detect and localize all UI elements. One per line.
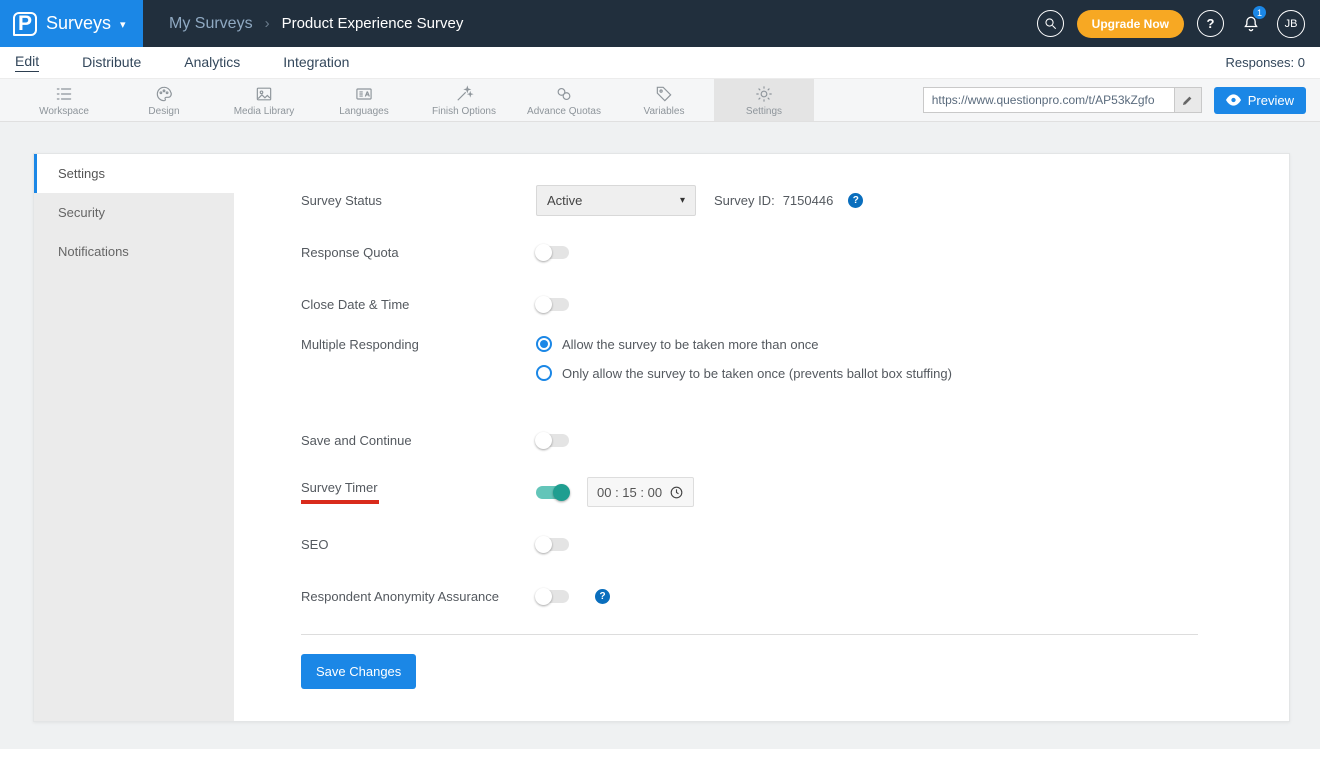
eye-icon	[1225, 94, 1241, 106]
design-palette-icon	[154, 84, 174, 104]
notifications-button[interactable]: 1	[1237, 6, 1266, 37]
upgrade-button[interactable]: Upgrade Now	[1076, 9, 1184, 38]
help-icon[interactable]: ?	[848, 192, 864, 208]
clock-icon	[670, 486, 683, 498]
toolbar-item-media-library[interactable]: Media Library	[214, 79, 314, 121]
row-seo: SEO	[301, 518, 1289, 570]
seo-toggle[interactable]	[535, 535, 569, 553]
close-date-toggle[interactable]	[535, 295, 569, 313]
settings-card: Settings Security Notifications Survey S…	[33, 153, 1290, 722]
response-quota-label: Response Quota	[301, 244, 399, 260]
radio-allow-multiple[interactable]: Allow the survey to be taken more than o…	[536, 336, 952, 352]
responses-count: Responses: 0	[1225, 55, 1306, 70]
row-survey-timer: Survey Timer 00 : 15 : 00	[301, 466, 1289, 518]
topbar: P Surveys ▾ My Surveys › Product Experie…	[0, 0, 1320, 47]
row-survey-status: Survey Status Active ▾ Survey ID: 715044…	[301, 174, 1289, 226]
breadcrumb: My Surveys › Product Experience Survey	[169, 15, 463, 33]
languages-icon	[354, 84, 374, 104]
save-continue-toggle[interactable]	[535, 431, 569, 449]
survey-url-box	[922, 87, 1202, 113]
survey-status-label: Survey Status	[301, 192, 382, 208]
row-multiple-responding: Multiple Responding Allow the survey to …	[301, 330, 1289, 414]
row-anonymity: Respondent Anonymity Assurance ?	[301, 570, 1289, 622]
radio-selected-icon	[536, 336, 552, 352]
avatar[interactable]: JB	[1277, 9, 1305, 38]
survey-status-select[interactable]: Active ▾	[536, 184, 696, 216]
questionpro-logo: P	[13, 11, 37, 36]
chevron-right-icon: ›	[264, 15, 270, 32]
edit-toolbar: Workspace Design Media Library Languages…	[0, 78, 1320, 122]
close-date-label: Close Date & Time	[301, 296, 410, 312]
divider	[301, 634, 1198, 635]
toolbar-item-languages[interactable]: Languages	[314, 79, 414, 121]
toolbar-item-workspace[interactable]: Workspace	[14, 79, 114, 121]
workspace-icon	[54, 84, 74, 104]
toolbar-item-settings[interactable]: Settings	[714, 79, 814, 121]
row-close-date: Close Date & Time	[301, 278, 1289, 330]
survey-timer-toggle[interactable]	[536, 483, 570, 501]
surveys-product-menu[interactable]: P Surveys ▾	[0, 0, 143, 47]
sidebar-item-security[interactable]: Security	[34, 193, 234, 232]
survey-url-input[interactable]	[923, 88, 1174, 112]
question-mark-icon: ?	[1206, 16, 1215, 31]
multiple-responding-label: Multiple Responding	[301, 337, 419, 352]
sidebar-item-notifications[interactable]: Notifications	[34, 232, 234, 271]
breadcrumb-my-surveys[interactable]: My Surveys	[169, 15, 253, 33]
caret-down-icon: ▾	[120, 19, 126, 31]
magic-wand-icon	[454, 84, 474, 104]
caret-down-icon: ▾	[679, 194, 685, 206]
anonymity-toggle[interactable]	[535, 587, 569, 605]
media-library-icon	[254, 84, 274, 104]
annotation-red-underline	[301, 500, 379, 504]
tag-icon	[654, 84, 674, 104]
radio-unselected-icon	[536, 365, 552, 381]
preview-button[interactable]: Preview	[1213, 86, 1306, 114]
main-content: Settings Security Notifications Survey S…	[0, 122, 1320, 749]
anonymity-label: Respondent Anonymity Assurance	[301, 588, 500, 604]
settings-sidebar: Settings Security Notifications	[34, 154, 234, 721]
row-response-quota: Response Quota	[301, 226, 1289, 278]
breadcrumb-survey-title: Product Experience Survey	[281, 15, 464, 32]
toolbar-item-advance-quotas[interactable]: Advance Quotas	[514, 79, 614, 121]
save-continue-label: Save and Continue	[301, 432, 412, 448]
survey-timer-label: Survey Timer	[301, 480, 536, 504]
save-changes-button[interactable]: Save Changes	[301, 654, 417, 689]
settings-form: Survey Status Active ▾ Survey ID: 715044…	[234, 154, 1289, 721]
tab-integration[interactable]: Integration	[283, 54, 349, 72]
survey-id-value: 7150446	[782, 192, 834, 208]
toolbar-item-variables[interactable]: Variables	[614, 79, 714, 121]
sidebar-item-settings[interactable]: Settings	[34, 154, 234, 193]
search-button[interactable]	[1036, 10, 1064, 37]
radio-allow-once[interactable]: Only allow the survey to be taken once (…	[536, 365, 952, 381]
help-icon[interactable]: ?	[595, 588, 610, 604]
survey-id-label: Survey ID:	[714, 192, 775, 208]
toolbar-item-finish-options[interactable]: Finish Options	[414, 79, 514, 121]
seo-label: SEO	[301, 536, 329, 552]
search-icon	[1045, 18, 1056, 30]
section-tabs: Edit Distribute Analytics Integration Re…	[0, 47, 1320, 78]
tab-analytics[interactable]: Analytics	[184, 54, 240, 72]
edit-url-icon[interactable]	[1173, 88, 1201, 112]
tab-distribute[interactable]: Distribute	[82, 54, 141, 72]
chain-links-icon	[554, 84, 574, 104]
product-name: Surveys	[46, 13, 112, 33]
gear-icon	[754, 84, 774, 104]
response-quota-toggle[interactable]	[535, 243, 569, 261]
tab-edit[interactable]: Edit	[15, 53, 40, 72]
toolbar-right: Preview	[922, 79, 1320, 121]
row-save-continue: Save and Continue	[301, 414, 1289, 466]
help-button[interactable]: ?	[1197, 10, 1224, 37]
toolbar-item-design[interactable]: Design	[114, 79, 214, 121]
notification-badge: 1	[1253, 6, 1266, 19]
timer-value-input[interactable]: 00 : 15 : 00	[587, 477, 694, 507]
topbar-actions: Upgrade Now ? 1 JB	[1036, 6, 1320, 38]
